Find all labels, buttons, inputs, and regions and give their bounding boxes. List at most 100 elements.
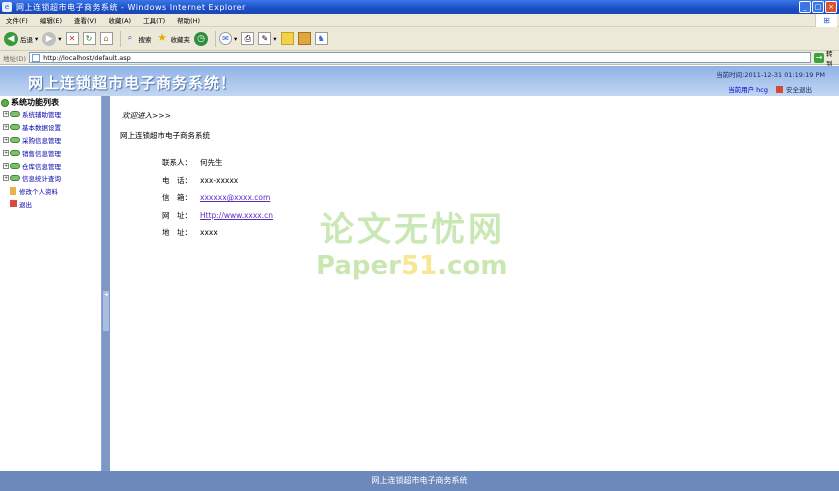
edit-icon: ✎ [258,32,272,45]
go-arrow-icon: → [814,52,825,63]
header-links: 当前用户 hcg 安全退出 [728,84,812,94]
sidebar-item-label: 系统辅助管理 [22,111,61,120]
watermark-url: Paper51.com [316,251,507,281]
folder-icon [10,162,20,169]
sidebar-item-edit-profile[interactable]: 修改个人资料 [3,185,101,198]
windows-logo-icon: ⊞ [815,14,837,27]
folder-icon [10,124,20,131]
contact-label: 信 箱： [162,193,192,203]
app-header: 网上连锁超市电子商务系统！ 当前时间:2011-12-31 01:19:19 P… [0,66,839,96]
back-dropdown-icon[interactable]: ▾ [35,35,38,43]
profile-icon [10,187,16,196]
print-button[interactable]: ⎙ [241,32,255,45]
exit-icon [10,200,17,208]
edit-dropdown-icon[interactable]: ▾ [273,35,276,43]
go-label: 转到 [826,49,833,68]
website-link[interactable]: Http://www.xxxx.cn [200,211,273,220]
app-title: 网上连锁超市电子商务系统！ [28,74,237,92]
contact-row-address: 地 址： xxxx [148,224,273,242]
contact-label: 网 址： [162,210,192,220]
back-arrow-icon: ◀ [4,31,18,46]
current-user-link[interactable]: 当前用户 hcg [728,84,768,94]
address-url: http://localhost/default.asp [43,53,131,62]
welcome-text: 欢迎进入>>> [122,111,171,120]
messenger-button[interactable]: ♞ [314,32,328,45]
mail-button[interactable]: ✉ ▾ [219,32,237,45]
folder-icon [280,32,294,45]
sidebar-title-label: 系统功能列表 [11,98,59,107]
main-content: 欢迎进入>>> 网上连锁超市电子商务系统 联系人： 何先生 电 话： xxx-xxx… [110,96,839,471]
watermark-text: 论文无忧网 [320,210,505,250]
contact-value: xxx-xxxxx [200,175,239,185]
sidebar-item-sales[interactable]: + 销售信息管理 [3,146,101,159]
expand-icon[interactable]: + [3,162,9,169]
page-icon [32,53,41,62]
sidebar-item-label: 仓库信息管理 [22,162,61,171]
tree-root-icon [1,98,9,107]
expand-icon[interactable]: + [3,111,9,118]
email-link[interactable]: xxxxxx@xxxx.com [200,193,270,202]
address-bar: 地址(D) http://localhost/default.asp → 转到 [0,48,839,68]
contact-label: 联系人： [162,158,192,168]
sidebar-item-label: 修改个人资料 [19,188,58,197]
folder-icon [10,111,20,118]
sidebar-item-purchase[interactable]: + 采购信息管理 [3,134,101,147]
menu-tools[interactable]: 工具(T) [143,15,165,25]
expand-icon[interactable]: + [3,149,9,156]
forward-dropdown-icon[interactable]: ▾ [58,35,61,43]
menu-favorites[interactable]: 收藏(A) [109,15,132,25]
browser-window: e 网上连锁超市电子商务系统 - Windows Internet Explor… [0,0,839,491]
folder-icon [10,149,20,156]
sidebar-item-warehouse[interactable]: + 仓库信息管理 [3,159,101,172]
history-button[interactable]: ◷ [194,31,209,46]
discuss-button[interactable] [280,32,294,45]
sidebar-item-statistics[interactable]: + 信息统计查询 [3,172,101,185]
star-icon: ★ [157,31,167,44]
menu-view[interactable]: 查看(V) [74,15,97,25]
address-input[interactable]: http://localhost/default.asp [29,52,812,63]
refresh-button[interactable]: ↻ [82,32,96,45]
logout-link[interactable]: 安全退出 [786,84,812,94]
back-button[interactable]: ◀ 后退 ▾ [4,31,38,46]
sidebar-item-label: 信息统计查询 [22,175,61,184]
sidebar-item-label: 基本数据设置 [22,124,61,133]
expand-icon[interactable]: + [3,124,9,131]
collapse-handle-icon[interactable]: ◂ [103,291,109,331]
contact-row-person: 联系人： 何先生 [148,154,273,172]
expand-icon[interactable]: + [3,175,9,182]
sidebar-item-basic-data[interactable]: + 基本数据设置 [3,121,101,134]
forward-button[interactable]: ▶ ▾ [42,31,62,46]
favorites-button[interactable]: ★ 收藏夹 [156,31,191,45]
system-name: 网上连锁超市电子商务系统 [120,131,210,140]
maximize-button[interactable]: □ [812,1,824,13]
menu-help[interactable]: 帮助(H) [177,15,200,25]
page-footer: 网上连锁超市电子商务系统 [0,471,839,491]
sidebar-item-system-aux[interactable]: + 系统辅助管理 [3,108,101,121]
current-time: 当前时间:2011-12-31 01:19:19 PM [716,71,825,79]
sidebar-item-exit[interactable]: 退出 [3,198,101,211]
home-button[interactable]: ⌂ [99,32,113,45]
refresh-icon: ↻ [82,32,96,45]
watermark-part: Paper [316,251,401,281]
edit-button[interactable]: ✎ ▾ [258,32,277,45]
contact-label: 地 址： [162,228,192,238]
favorites-label: 收藏夹 [170,35,191,44]
contact-info: 联系人： 何先生 电 话： xxx-xxxxx 信 箱： xxxxxx@xxxx.co… [148,154,273,242]
close-button[interactable]: × [825,1,837,13]
sidebar-splitter[interactable]: ◂ [102,96,110,471]
menu-bar: 文件(F) 编辑(E) 查看(V) 收藏(A) 工具(T) 帮助(H) ⊞ [0,14,839,27]
stop-button[interactable]: ✕ [65,32,79,45]
menu-edit[interactable]: 编辑(E) [40,15,62,25]
mail-dropdown-icon[interactable]: ▾ [234,35,237,43]
minimize-button[interactable]: _ [799,1,811,13]
menu-file[interactable]: 文件(F) [6,15,28,25]
watermark-part: .com [437,251,508,281]
expand-icon[interactable]: + [3,136,9,143]
research-button[interactable] [297,32,311,45]
folder-icon [10,175,20,182]
contact-value: xxxx [200,228,218,238]
history-icon: ◷ [194,31,209,46]
search-button[interactable]: ⌕ 搜索 [124,32,152,45]
contact-value: 何先生 [200,158,223,168]
go-button[interactable]: → 转到 [814,48,839,68]
